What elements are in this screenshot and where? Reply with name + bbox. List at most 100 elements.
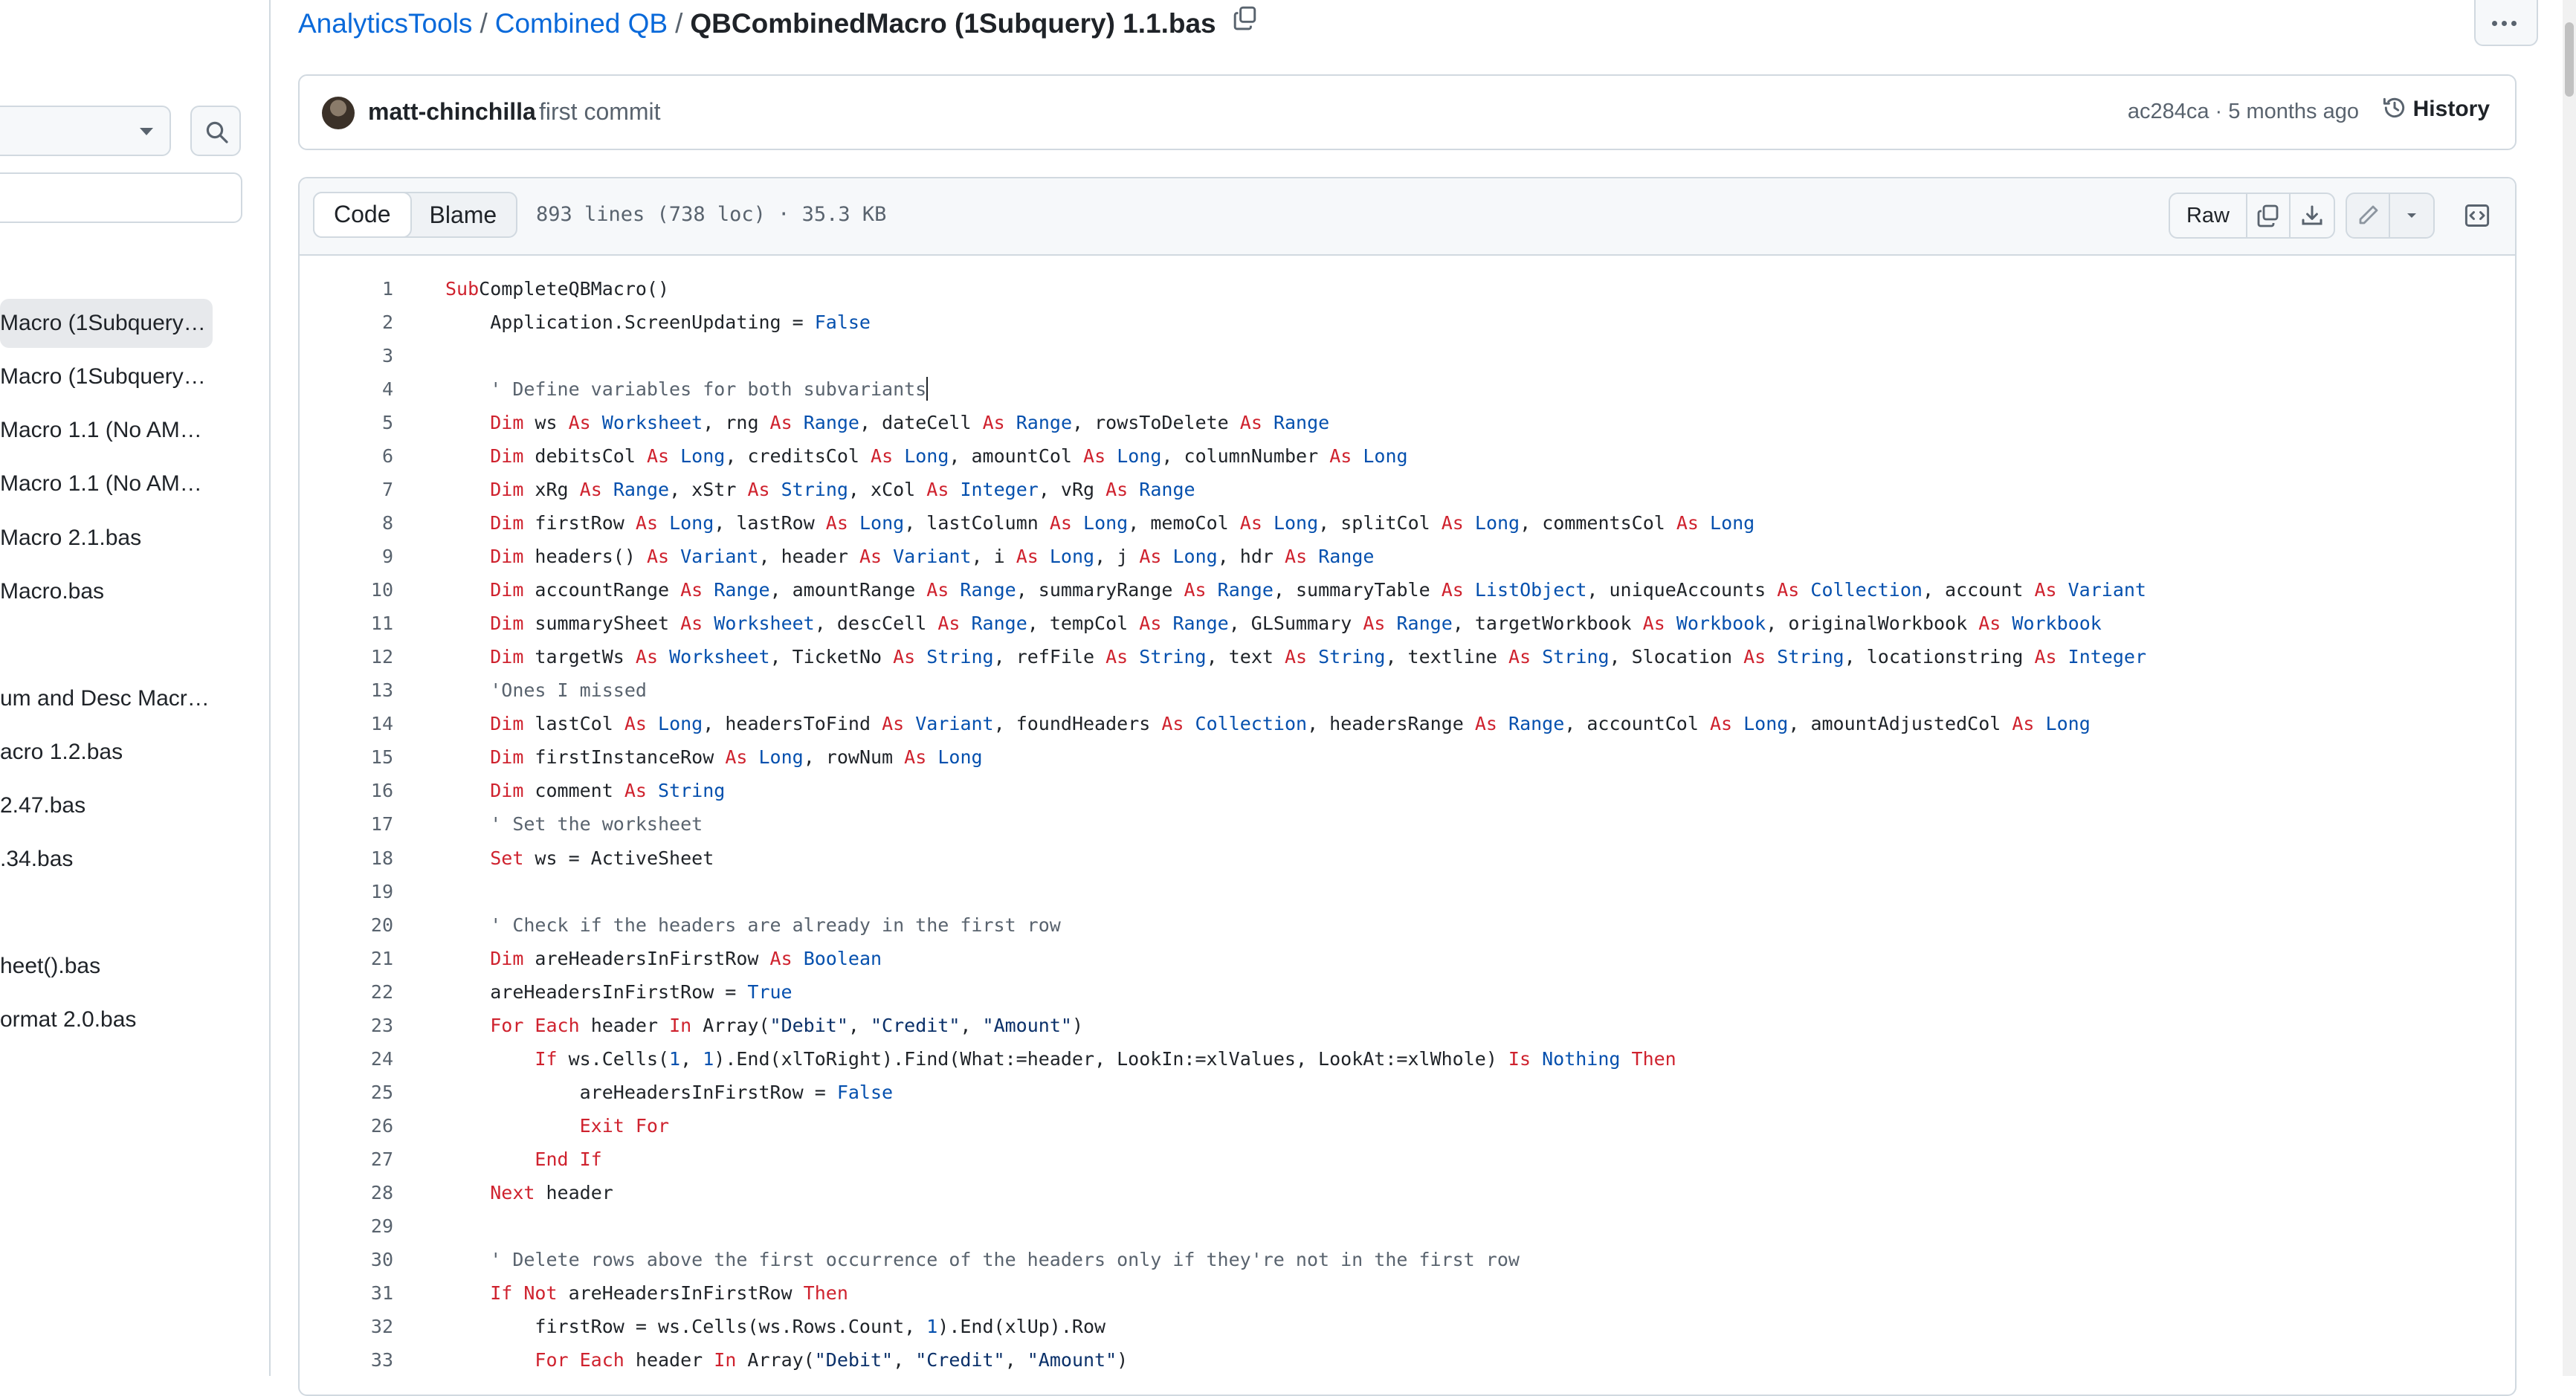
code-line[interactable]: 28 Next header [300,1176,613,1209]
line-number[interactable]: 23 [300,1009,393,1042]
line-number[interactable]: 26 [300,1109,393,1143]
raw-button[interactable]: Raw [2170,194,2247,237]
code-line[interactable]: 16 Dim comment As String [300,774,725,807]
sidebar-file-item[interactable]: Macro (1Subquery) 1.0.bas [0,352,213,401]
code-line[interactable]: 8 Dim firstRow As Long, lastRow As Long,… [300,506,1755,540]
go-to-file-input[interactable] [0,172,242,223]
edit-file-button[interactable] [2347,194,2390,237]
sidebar-file-item[interactable]: acro 1.2.bas [0,728,213,777]
code-line[interactable]: 20 ' Check if the headers are already in… [300,908,1061,942]
commit-message-link[interactable]: first commit [539,98,661,126]
line-number[interactable]: 21 [300,942,393,975]
line-number[interactable]: 20 [300,908,393,942]
line-number[interactable]: 17 [300,807,393,841]
line-number[interactable]: 24 [300,1042,393,1076]
code-line[interactable]: 5 Dim ws As Worksheet, rng As Range, dat… [300,406,1329,439]
line-number[interactable]: 10 [300,573,393,607]
code-line[interactable]: 17 ' Set the worksheet [300,807,703,841]
line-number[interactable]: 33 [300,1343,393,1377]
code-line[interactable]: 12 Dim targetWs As Worksheet, TicketNo A… [300,640,2146,673]
line-number[interactable]: 6 [300,439,393,473]
sidebar-file-item[interactable]: Macro 1.1 (No AMOUNT).bas [0,406,213,455]
code-line[interactable]: 9 Dim headers() As Variant, header As Va… [300,540,1375,573]
line-number[interactable]: 27 [300,1143,393,1176]
code-line[interactable]: 10 Dim accountRange As Range, amountRang… [300,573,2146,607]
line-number[interactable]: 2 [300,306,393,339]
more-options-button[interactable] [2474,0,2538,46]
page-scrollbar[interactable] [2563,0,2576,1376]
line-number[interactable]: 29 [300,1209,393,1243]
code-line[interactable]: 23 For Each header In Array("Debit", "Cr… [300,1009,1083,1042]
code-line[interactable]: 7 Dim xRg As Range, xStr As String, xCol… [300,473,1195,506]
line-number[interactable]: 9 [300,540,393,573]
avatar[interactable] [322,97,355,129]
line-number[interactable]: 30 [300,1243,393,1276]
line-number[interactable]: 15 [300,740,393,774]
code-view[interactable]: 1 SubCompleteQBMacro() 2 Application.Scree… [300,256,2515,1395]
symbols-panel-button[interactable] [2454,193,2500,239]
sidebar-file-item[interactable]: Macro.bas [0,567,213,616]
line-number[interactable]: 7 [300,473,393,506]
code-line[interactable]: 25 areHeadersInFirstRow = False [300,1076,893,1109]
commit-author-link[interactable]: matt-chinchilla [368,98,536,126]
tab-code[interactable]: Code [313,192,412,238]
sidebar-file-item[interactable]: Macro 1.1 (No AMOUNT) 2.bas [0,459,213,508]
line-number[interactable]: 22 [300,975,393,1009]
breadcrumb-repo-link[interactable]: AnalyticsTools [298,8,472,39]
breadcrumb-folder-link[interactable]: Combined QB [495,8,668,39]
line-number[interactable]: 3 [300,339,393,372]
search-button[interactable] [190,106,241,156]
scrollbar-thumb[interactable] [2565,22,2574,97]
edit-dropdown-button[interactable] [2390,194,2433,237]
line-number[interactable]: 16 [300,774,393,807]
code-line[interactable]: 27 End If [300,1143,602,1176]
line-number[interactable]: 28 [300,1176,393,1209]
line-number[interactable]: 25 [300,1076,393,1109]
code-line[interactable]: 11 Dim summarySheet As Worksheet, descCe… [300,607,2102,640]
sidebar-file-item[interactable]: Macro (1Subquery) 1.1.bas [0,299,213,348]
code-line[interactable]: 6 Dim debitsCol As Long, creditsCol As L… [300,439,1408,473]
code-line[interactable]: 21 Dim areHeadersInFirstRow As Boolean [300,942,882,975]
code-line[interactable]: 33 For Each header In Array("Debit", "Cr… [300,1343,1128,1377]
code-line[interactable]: 3 [300,339,445,372]
line-number[interactable]: 18 [300,841,393,875]
download-button[interactable] [2291,194,2334,237]
line-number[interactable]: 19 [300,875,393,908]
history-button[interactable]: History [2382,97,2490,122]
code-line[interactable]: 29 [300,1209,445,1243]
line-number[interactable]: 32 [300,1310,393,1343]
sidebar-file-item[interactable]: .34.bas [0,835,213,884]
line-number[interactable]: 1 [300,272,393,306]
sidebar-file-item[interactable]: heet().bas [0,942,213,991]
sidebar-file-item[interactable]: ormat 2.0.bas [0,995,213,1044]
branch-selector[interactable] [0,106,171,156]
code-line[interactable]: 14 Dim lastCol As Long, headersToFind As… [300,707,2091,740]
code-line[interactable]: 19 [300,875,445,908]
code-line[interactable]: 4 ' Define variables for both subvariant… [300,372,929,406]
line-number[interactable]: 5 [300,406,393,439]
code-line[interactable]: 32 firstRow = ws.Cells(ws.Rows.Count, 1)… [300,1310,1105,1343]
code-line[interactable]: 1 SubCompleteQBMacro() [300,272,669,306]
line-number[interactable]: 12 [300,640,393,673]
line-number[interactable]: 4 [300,372,393,406]
sidebar-file-item[interactable]: 2.47.bas [0,781,213,830]
code-line[interactable]: 24 If ws.Cells(1, 1).End(xlToRight).Find… [300,1042,1676,1076]
line-number[interactable]: 8 [300,506,393,540]
line-number[interactable]: 14 [300,707,393,740]
line-number[interactable]: 13 [300,673,393,707]
line-number[interactable]: 11 [300,607,393,640]
copy-raw-button[interactable] [2247,194,2291,237]
copy-icon[interactable] [1233,1,1258,42]
sidebar-file-item[interactable]: Macro 2.1.bas [0,514,213,563]
tab-blame[interactable]: Blame [410,193,517,236]
code-line[interactable]: 31 If Not areHeadersInFirstRow Then [300,1276,848,1310]
code-line[interactable]: 22 areHeadersInFirstRow = True [300,975,793,1009]
code-line[interactable]: 18 Set ws = ActiveSheet [300,841,714,875]
line-number[interactable]: 31 [300,1276,393,1310]
sidebar-file-item[interactable]: um and Desc Macro.bas [0,674,213,723]
commit-sha-and-time[interactable]: ac284ca · 5 months ago [2128,100,2359,124]
code-line[interactable]: 2 Application.ScreenUpdating = False [300,306,871,339]
code-line[interactable]: 30 ' Delete rows above the first occurre… [300,1243,1520,1276]
code-line[interactable]: 26 Exit For [300,1109,669,1143]
code-line[interactable]: 13 'Ones I missed [300,673,647,707]
